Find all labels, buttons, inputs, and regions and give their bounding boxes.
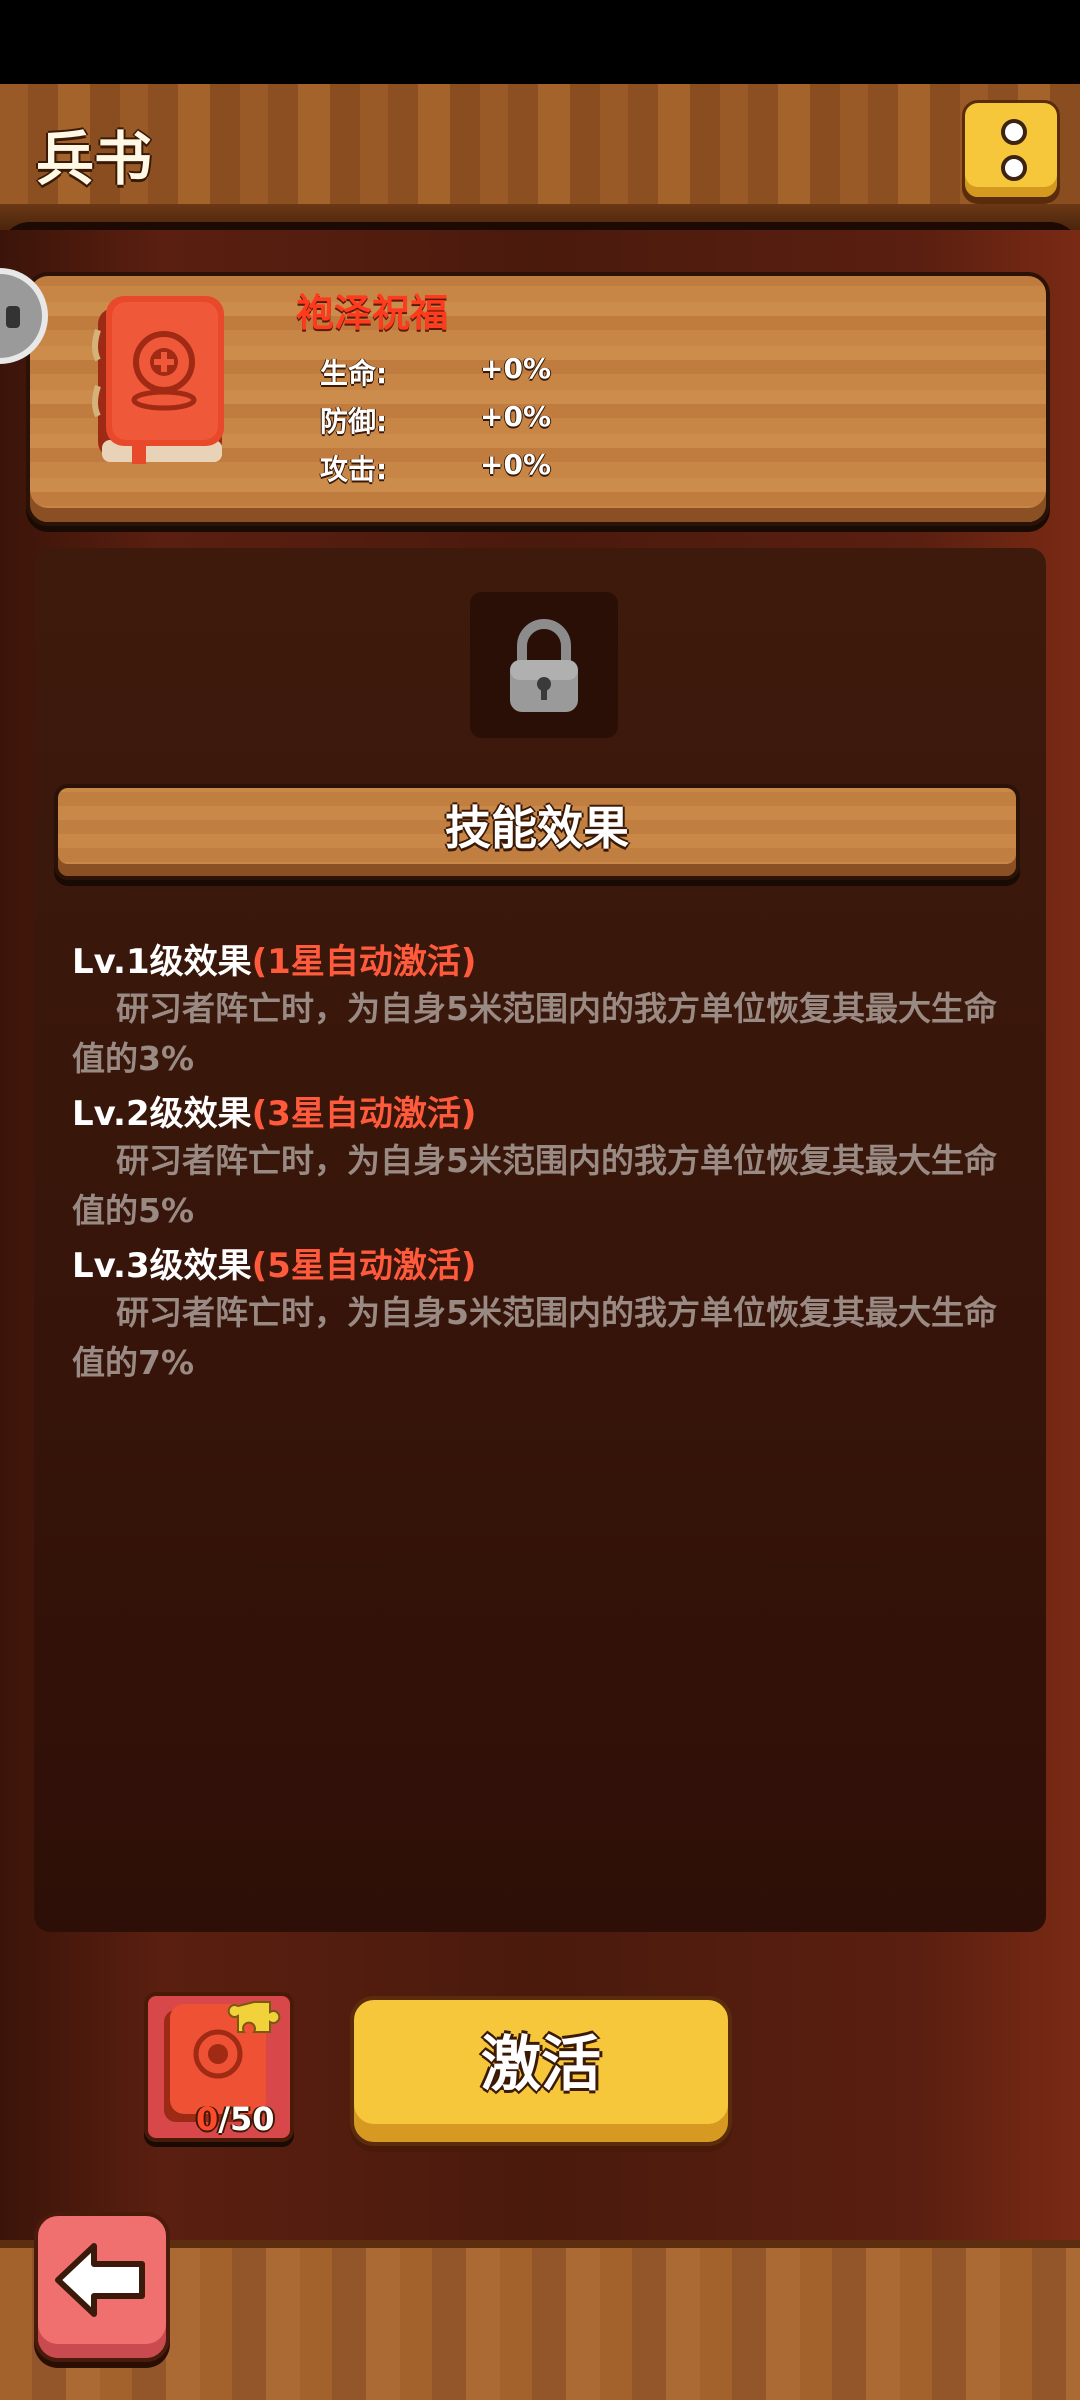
stat-label-hp: 生命: [320,357,388,390]
level-2-desc: 研习者阵亡时，为自身5米范围内的我方单位恢复其最大生命值的5% [72,1141,997,1230]
fragment-owned: 0 [196,2100,219,2138]
stat-value-attack: +0% [480,448,551,481]
fragment-required: /50 [218,2100,275,2138]
red-book-icon [92,296,224,464]
back-arrow-icon [55,2243,145,2317]
level-3-title: Lv.3级效果(5星自动激活) [72,1238,476,1287]
level-3-desc: 研习者阵亡时，为自身5米范围内的我方单位恢复其最大生命值的7% [72,1293,997,1382]
level-1-desc: 研习者阵亡时，为自身5米范围内的我方单位恢复其最大生命值的3% [72,989,997,1078]
toggle-icon [6,306,20,328]
stat-value-hp: +0% [480,352,551,385]
level-1-title: Lv.1级效果(1星自动激活) [72,934,476,983]
level-2-title: Lv.2级效果(3星自动激活) [72,1086,476,1135]
header-wood [0,84,1080,244]
page-title: 兵书 [36,125,153,193]
status-bar [0,0,1080,84]
level-1-prefix: Lv.1级效果 [72,942,252,982]
level-1-condition: (1星自动激活) [251,942,477,982]
back-button[interactable] [34,2212,170,2362]
level-3-prefix: Lv.3级效果 [72,1246,252,1286]
level-2-condition: (3星自动激活) [251,1094,477,1134]
level-2-prefix: Lv.2级效果 [72,1094,252,1134]
book-name: 袍泽祝福 [296,291,449,335]
padlock-icon [510,619,578,712]
activate-button[interactable]: 激活 [350,1996,732,2146]
skill-effect-header: 技能效果 [54,784,1020,880]
level-3-condition: (5星自动激活) [251,1246,477,1286]
stat-value-defense: +0% [480,400,551,433]
stat-label-defense: 防御: [320,405,388,438]
menu-button[interactable] [962,100,1060,200]
stat-label-attack: 攻击: [320,453,388,486]
lock-slot[interactable] [470,592,618,738]
fragment-count: 0/50 [196,2100,274,2138]
